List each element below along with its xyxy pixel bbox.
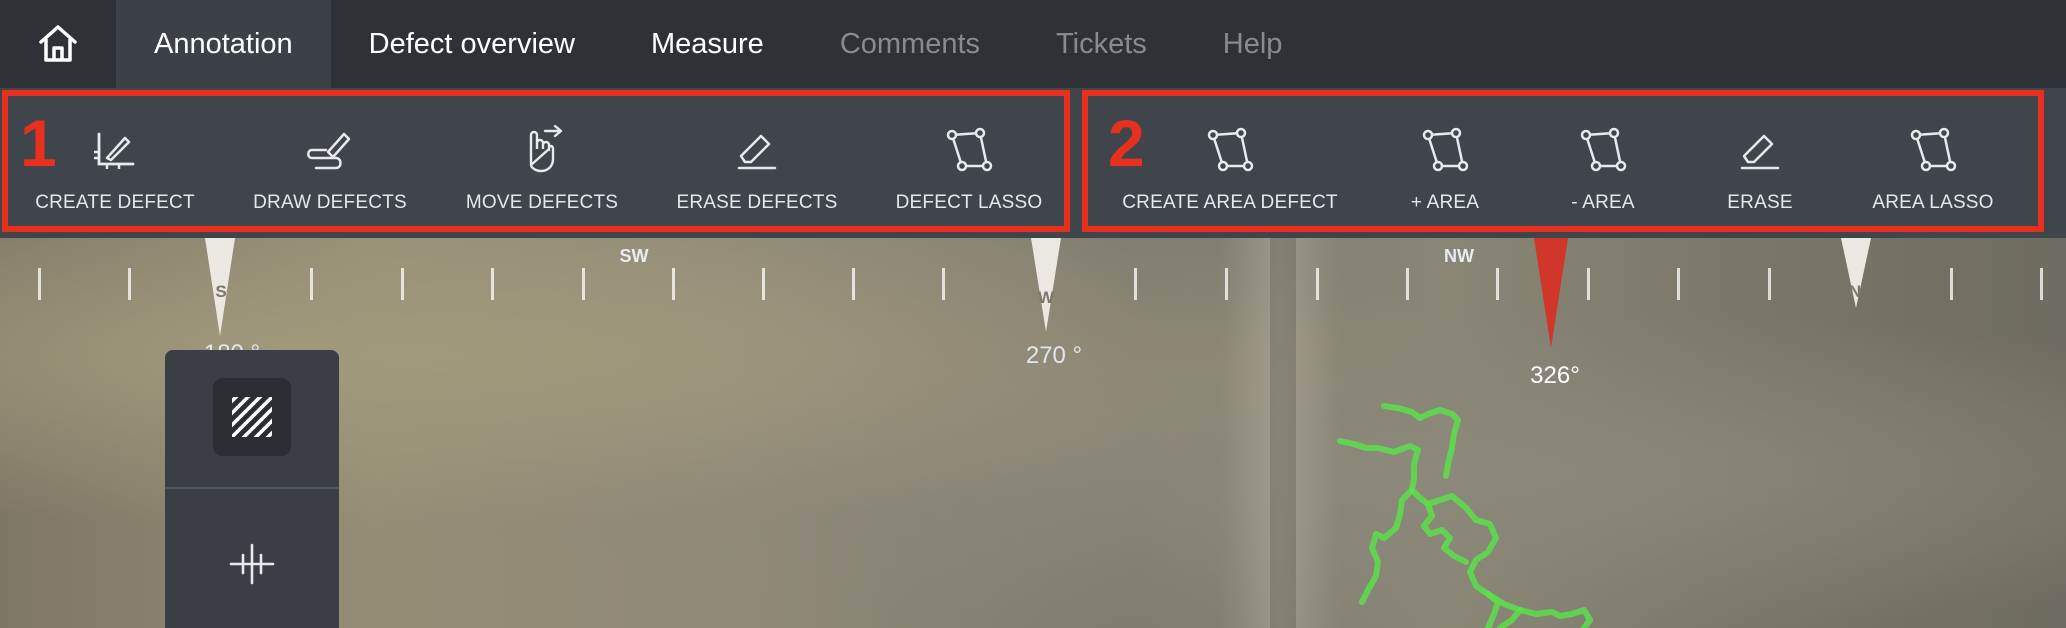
annotation-toolbar: 1 2 CREATE DEFECT DRAW DEFECTS MOVE DEFE… [0, 88, 2066, 238]
create-area-defect-label: CREATE AREA DEFECT [1122, 192, 1338, 213]
grid-crosshair-button[interactable] [213, 525, 291, 603]
create-area-defect-button[interactable]: CREATE AREA DEFECT [1122, 88, 1338, 238]
lasso-icon [1910, 127, 1957, 172]
area-lasso-button[interactable]: AREA LASSO [1865, 88, 2001, 238]
hatch-fill-toggle-button[interactable] [213, 378, 291, 456]
polygon-icon [1207, 127, 1254, 172]
eraser-icon [737, 134, 777, 170]
move-defects-button[interactable]: MOVE DEFECTS [460, 88, 624, 238]
tab-comments[interactable]: Comments [802, 0, 1018, 88]
move-defects-label: MOVE DEFECTS [465, 192, 619, 213]
area-lasso-label: AREA LASSO [1872, 192, 1994, 213]
draw-defects-button[interactable]: DRAW DEFECTS [245, 88, 415, 238]
side-panel-divider [165, 487, 339, 489]
top-nav: Annotation Defect overview Measure Comme… [0, 0, 2066, 88]
create-defect-button[interactable]: CREATE DEFECT [35, 88, 195, 238]
home-icon [39, 25, 77, 62]
subtract-area-button[interactable]: - AREA [1550, 88, 1656, 238]
home-button[interactable] [0, 0, 116, 88]
tab-measure[interactable]: Measure [613, 0, 802, 88]
defect-lasso-label: DEFECT LASSO [895, 192, 1043, 213]
tab-tickets[interactable]: Tickets [1018, 0, 1185, 88]
erase-button[interactable]: ERASE [1710, 88, 1810, 238]
create-defect-label: CREATE DEFECT [35, 192, 195, 213]
polygon-icon [1580, 127, 1627, 172]
add-area-label: + AREA [1410, 192, 1480, 213]
draw-defects-label: DRAW DEFECTS [253, 192, 407, 213]
tab-annotation[interactable]: Annotation [116, 0, 331, 88]
crosshair-grid-icon [229, 543, 275, 585]
add-area-button[interactable]: + AREA [1390, 88, 1500, 238]
create-defect-icon [94, 132, 135, 169]
polygon-icon [1422, 127, 1469, 172]
eraser-icon [1740, 134, 1780, 170]
hatch-pattern-icon [232, 397, 272, 437]
subtract-area-label: - AREA [1571, 192, 1635, 213]
tab-defect-overview[interactable]: Defect overview [331, 0, 613, 88]
erase-label: ERASE [1727, 192, 1793, 213]
tab-help[interactable]: Help [1185, 0, 1321, 88]
erase-defects-button[interactable]: ERASE DEFECTS [672, 88, 842, 238]
erase-defects-label: ERASE DEFECTS [676, 192, 838, 213]
side-tool-panel [165, 350, 339, 628]
lasso-icon [946, 127, 993, 172]
defect-lasso-button[interactable]: DEFECT LASSO [890, 88, 1048, 238]
move-defects-icon [529, 125, 563, 173]
draw-defects-icon [307, 132, 351, 170]
